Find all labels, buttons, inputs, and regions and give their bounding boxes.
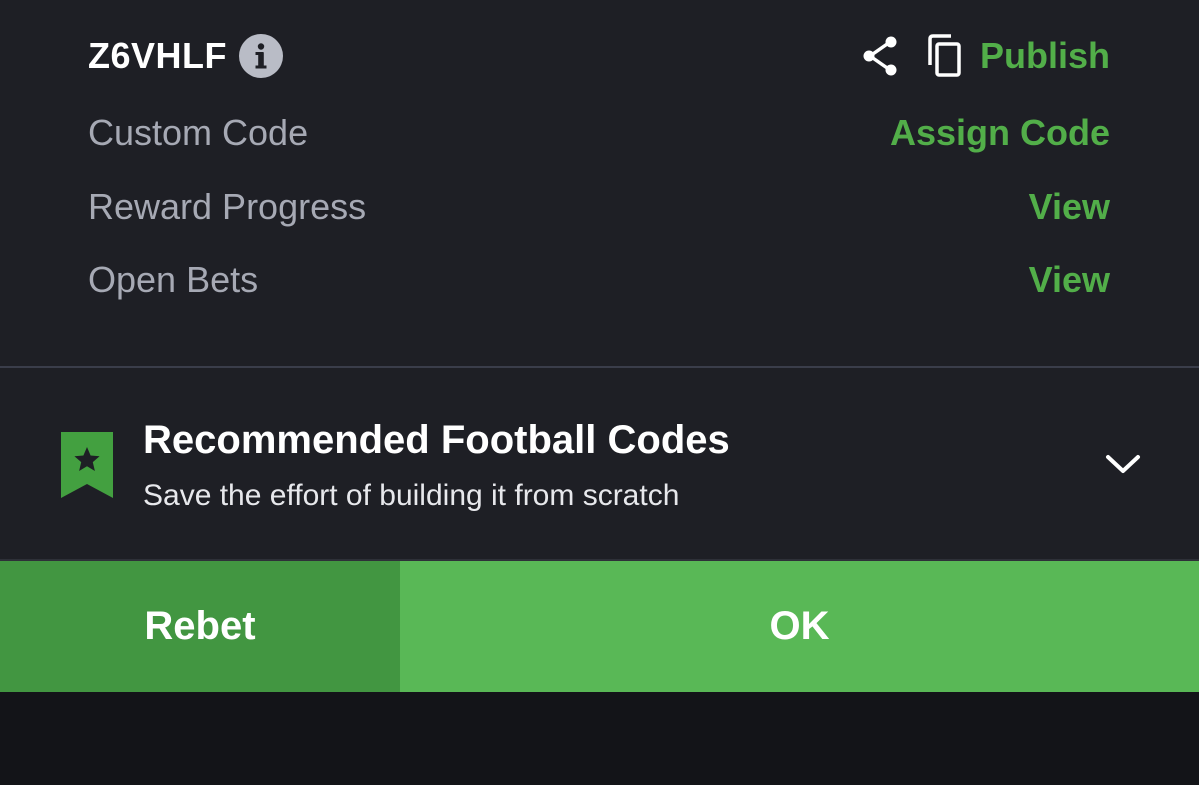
rebet-button[interactable]: Rebet [0,561,400,692]
reward-progress-label: Reward Progress [88,186,367,227]
bookmark-star-icon [61,432,113,498]
publish-link[interactable]: Publish [980,35,1110,77]
ok-button[interactable]: OK [400,561,1199,692]
copy-icon[interactable] [922,31,966,81]
booking-code-group: Z6VHLF [88,34,284,78]
reward-progress-row: Reward Progress View [88,182,1110,232]
assign-code-link[interactable]: Assign Code [890,112,1110,154]
recommended-codes-title: Recommended Football Codes [143,418,730,462]
open-bets-row: Open Bets View [88,255,1110,305]
share-icon[interactable] [858,31,902,81]
open-bets-view-link[interactable]: View [1029,259,1110,301]
booking-code-actions: Publish [858,31,1110,81]
booking-code: Z6VHLF [88,35,228,76]
booking-code-row: Z6VHLF Publish [88,31,1110,81]
chevron-down-icon[interactable] [1100,445,1146,483]
custom-code-row: Custom Code Assign Code [88,108,1110,158]
reward-progress-view-link[interactable]: View [1029,186,1110,228]
custom-code-label: Custom Code [88,112,309,153]
open-bets-label: Open Bets [88,259,259,300]
info-icon[interactable] [239,34,284,78]
bet-receipt-screen: Z6VHLF Publish Custom Code Assign Code R… [0,0,1199,785]
recommended-codes-subtitle: Save the effort of building it from scra… [143,479,680,512]
